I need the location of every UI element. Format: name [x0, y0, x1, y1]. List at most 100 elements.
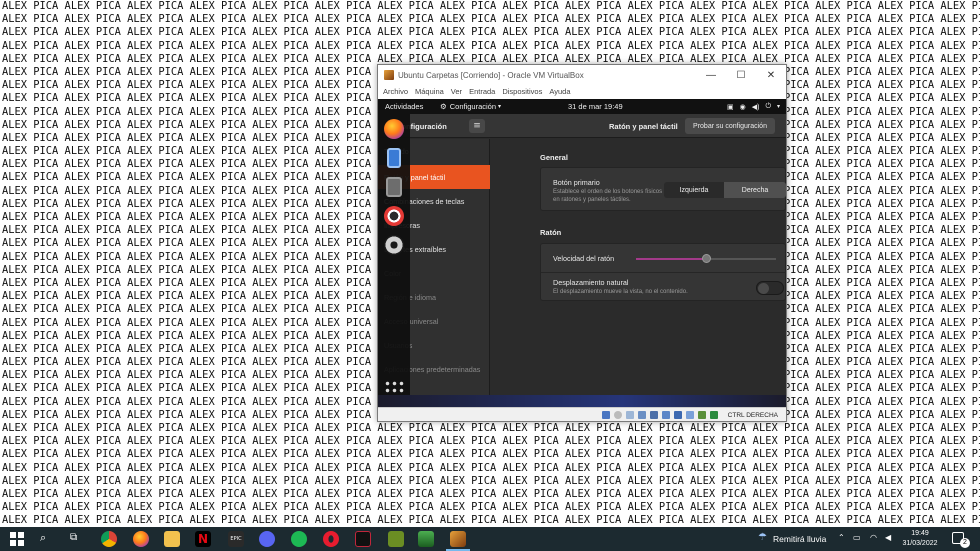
toggle-knob [758, 283, 769, 294]
wallpaper-row: ALEX PICA ALEX PICA ALEX PICA ALEX PICA … [2, 422, 980, 434]
app-menu[interactable]: ⚙ Configuración ▾ [440, 99, 501, 114]
display-icon[interactable] [674, 411, 682, 419]
wallpaper-row: ALEX PICA ALEX PICA ALEX PICA ALEX PICA … [2, 26, 980, 39]
chevron-down-icon: ▾ [498, 104, 502, 110]
settings-content: General Botón primario Establece el orde… [491, 139, 786, 407]
maximize-icon[interactable]: ☐ [726, 65, 756, 85]
desktop-wallpaper-strip [378, 395, 786, 407]
primary-button-label: Botón primario [553, 178, 600, 187]
firefox-icon[interactable] [384, 119, 404, 139]
audio-icon[interactable] [626, 411, 634, 419]
network-icon[interactable] [638, 411, 646, 419]
system-tray[interactable]: ▣ ◉ ◀) ⏻ ▾ [727, 99, 780, 114]
menu-dispositivos[interactable]: Dispositivos [502, 87, 542, 96]
taskbar-clock[interactable]: 19:49 31/03/2022 [900, 529, 940, 549]
gear-icon: ⚙ [440, 102, 447, 111]
clock-time: 19:49 [911, 530, 929, 537]
app-icon[interactable] [355, 531, 371, 547]
try-settings-button[interactable]: Probar su configuración [685, 118, 775, 134]
vbox-statusbar: CTRL DERECHA [378, 407, 786, 421]
virtualbox-taskbar-icon[interactable] [450, 531, 466, 547]
menu-archivo[interactable]: Archivo [383, 87, 408, 96]
opera-icon[interactable] [323, 531, 339, 547]
wallpaper-row: ALEX PICA ALEX PICA ALEX PICA ALEX PICA … [2, 448, 980, 461]
clock-date: 31/03/2022 [902, 540, 938, 547]
cd-icon[interactable] [614, 411, 622, 419]
ubuntu-topbar: Actividades ⚙ Configuración ▾ 31 de mar … [378, 99, 786, 114]
topbar-clock[interactable]: 31 de mar 19:49 [568, 99, 623, 114]
wallpaper-row: ALEX PICA ALEX PICA ALEX PICA ALEX PICA … [2, 461, 980, 474]
file-explorer-icon[interactable] [164, 531, 180, 547]
chrome-icon[interactable] [101, 531, 117, 547]
hamburger-menu-icon[interactable]: ≡ [469, 119, 485, 133]
netflix-icon[interactable]: N [195, 531, 211, 547]
wifi-icon[interactable]: ◠ [870, 533, 877, 542]
wallpaper-row: ALEX PICA ALEX PICA ALEX PICA ALEX PICA … [2, 474, 980, 487]
mouse-integration-icon[interactable] [710, 411, 718, 419]
discord-icon[interactable] [259, 531, 275, 547]
hdd-icon[interactable] [602, 411, 610, 419]
settings-headerbar: Configuración ≡ Ratón y panel táctil Pro… [378, 114, 786, 138]
files-icon[interactable] [386, 177, 402, 197]
minimize-icon[interactable]: — [696, 65, 726, 85]
shared-folders-icon[interactable] [662, 411, 670, 419]
slider-fill [636, 258, 706, 260]
right-option-button[interactable]: Derecha [724, 182, 786, 198]
search-icon[interactable]: ⌕ [40, 531, 46, 545]
windows-start-icon[interactable] [10, 532, 24, 546]
firefox-taskbar-icon[interactable] [133, 531, 149, 547]
wallpaper-row: ALEX PICA ALEX PICA ALEX PICA ALEX PICA … [2, 501, 980, 514]
cpu-icon[interactable] [698, 411, 706, 419]
layers-app-icon[interactable] [418, 531, 434, 547]
recording-icon[interactable] [686, 411, 694, 419]
host-key-label: CTRL DERECHA [727, 411, 778, 419]
virtualbox-window[interactable]: Ubuntu Carpetas [Corriendo] - Oracle VM … [377, 64, 787, 422]
wallpaper-row: ALEX PICA ALEX PICA ALEX PICA ALEX PICA … [2, 487, 980, 500]
app-menu-label: Configuración [449, 102, 497, 111]
rain-icon[interactable]: ☂ [758, 532, 767, 543]
mouse-speed-slider[interactable] [636, 254, 776, 263]
minecraft-icon[interactable] [388, 531, 404, 547]
wallpaper-row: ALEX PICA ALEX PICA ALEX PICA ALEX PICA … [2, 514, 980, 527]
thunderbird-icon[interactable] [387, 148, 401, 168]
usb-icon[interactable] [650, 411, 658, 419]
ubuntu-dock [378, 114, 410, 407]
general-heading: General [540, 153, 568, 162]
divider [541, 272, 786, 273]
task-view-icon[interactable]: ⧉ [70, 532, 77, 543]
weather-label[interactable]: Remitirá lluvia [773, 527, 826, 551]
vbox-menubar: Archivo Máquina Ver Entrada Dispositivos… [378, 85, 786, 98]
chevron-down-icon: ▾ [776, 104, 780, 110]
menu-entrada[interactable]: Entrada [469, 87, 495, 96]
window-title: Ubuntu Carpetas [Corriendo] - Oracle VM … [398, 70, 584, 80]
volume-icon[interactable]: ◀ [885, 533, 891, 542]
spotify-icon[interactable] [291, 531, 307, 547]
natural-scroll-label: Desplazamiento natural [553, 278, 629, 287]
battery-icon[interactable]: ▭ [853, 533, 861, 542]
chevron-up-icon[interactable]: ⌃ [838, 533, 845, 542]
activities-button[interactable]: Actividades [385, 102, 423, 111]
menu-ver[interactable]: Ver [451, 87, 462, 96]
natural-scroll-desc: El desplazamiento mueve la vista, no el … [553, 289, 688, 295]
wallpaper-row: ALEX PICA ALEX PICA ALEX PICA ALEX PICA … [2, 435, 980, 448]
menu-ayuda[interactable]: Ayuda [549, 87, 570, 96]
network-icon: ▣ [726, 103, 734, 111]
left-option-button[interactable]: Izquierda [664, 182, 724, 198]
power-icon: ⏻ [765, 102, 771, 110]
primary-button-desc: Establece el orden de los botones físico… [553, 189, 663, 203]
vm-screen[interactable]: Actividades ⚙ Configuración ▾ 31 de mar … [378, 99, 786, 407]
wallpaper-row: ALEX PICA ALEX PICA ALEX PICA ALEX PICA … [2, 39, 980, 52]
menu-maquina[interactable]: Máquina [415, 87, 444, 96]
mouse-heading: Ratón [540, 228, 562, 237]
wallpaper-row: ALEX PICA ALEX PICA ALEX PICA ALEX PICA … [2, 0, 980, 12]
natural-scroll-toggle[interactable] [756, 281, 784, 295]
mouse-speed-label: Velocidad del ratón [553, 254, 615, 263]
accessibility-icon: ◉ [739, 103, 746, 111]
close-icon[interactable]: ✕ [756, 65, 786, 85]
window-titlebar[interactable]: Ubuntu Carpetas [Corriendo] - Oracle VM … [378, 65, 786, 85]
slider-handle[interactable] [702, 254, 711, 263]
help-lifebuoy-icon[interactable] [384, 206, 404, 226]
panel-title: Ratón y panel táctil [609, 121, 678, 131]
settings-gear-icon[interactable] [384, 235, 404, 255]
epic-games-icon[interactable]: EPIC [228, 531, 244, 547]
